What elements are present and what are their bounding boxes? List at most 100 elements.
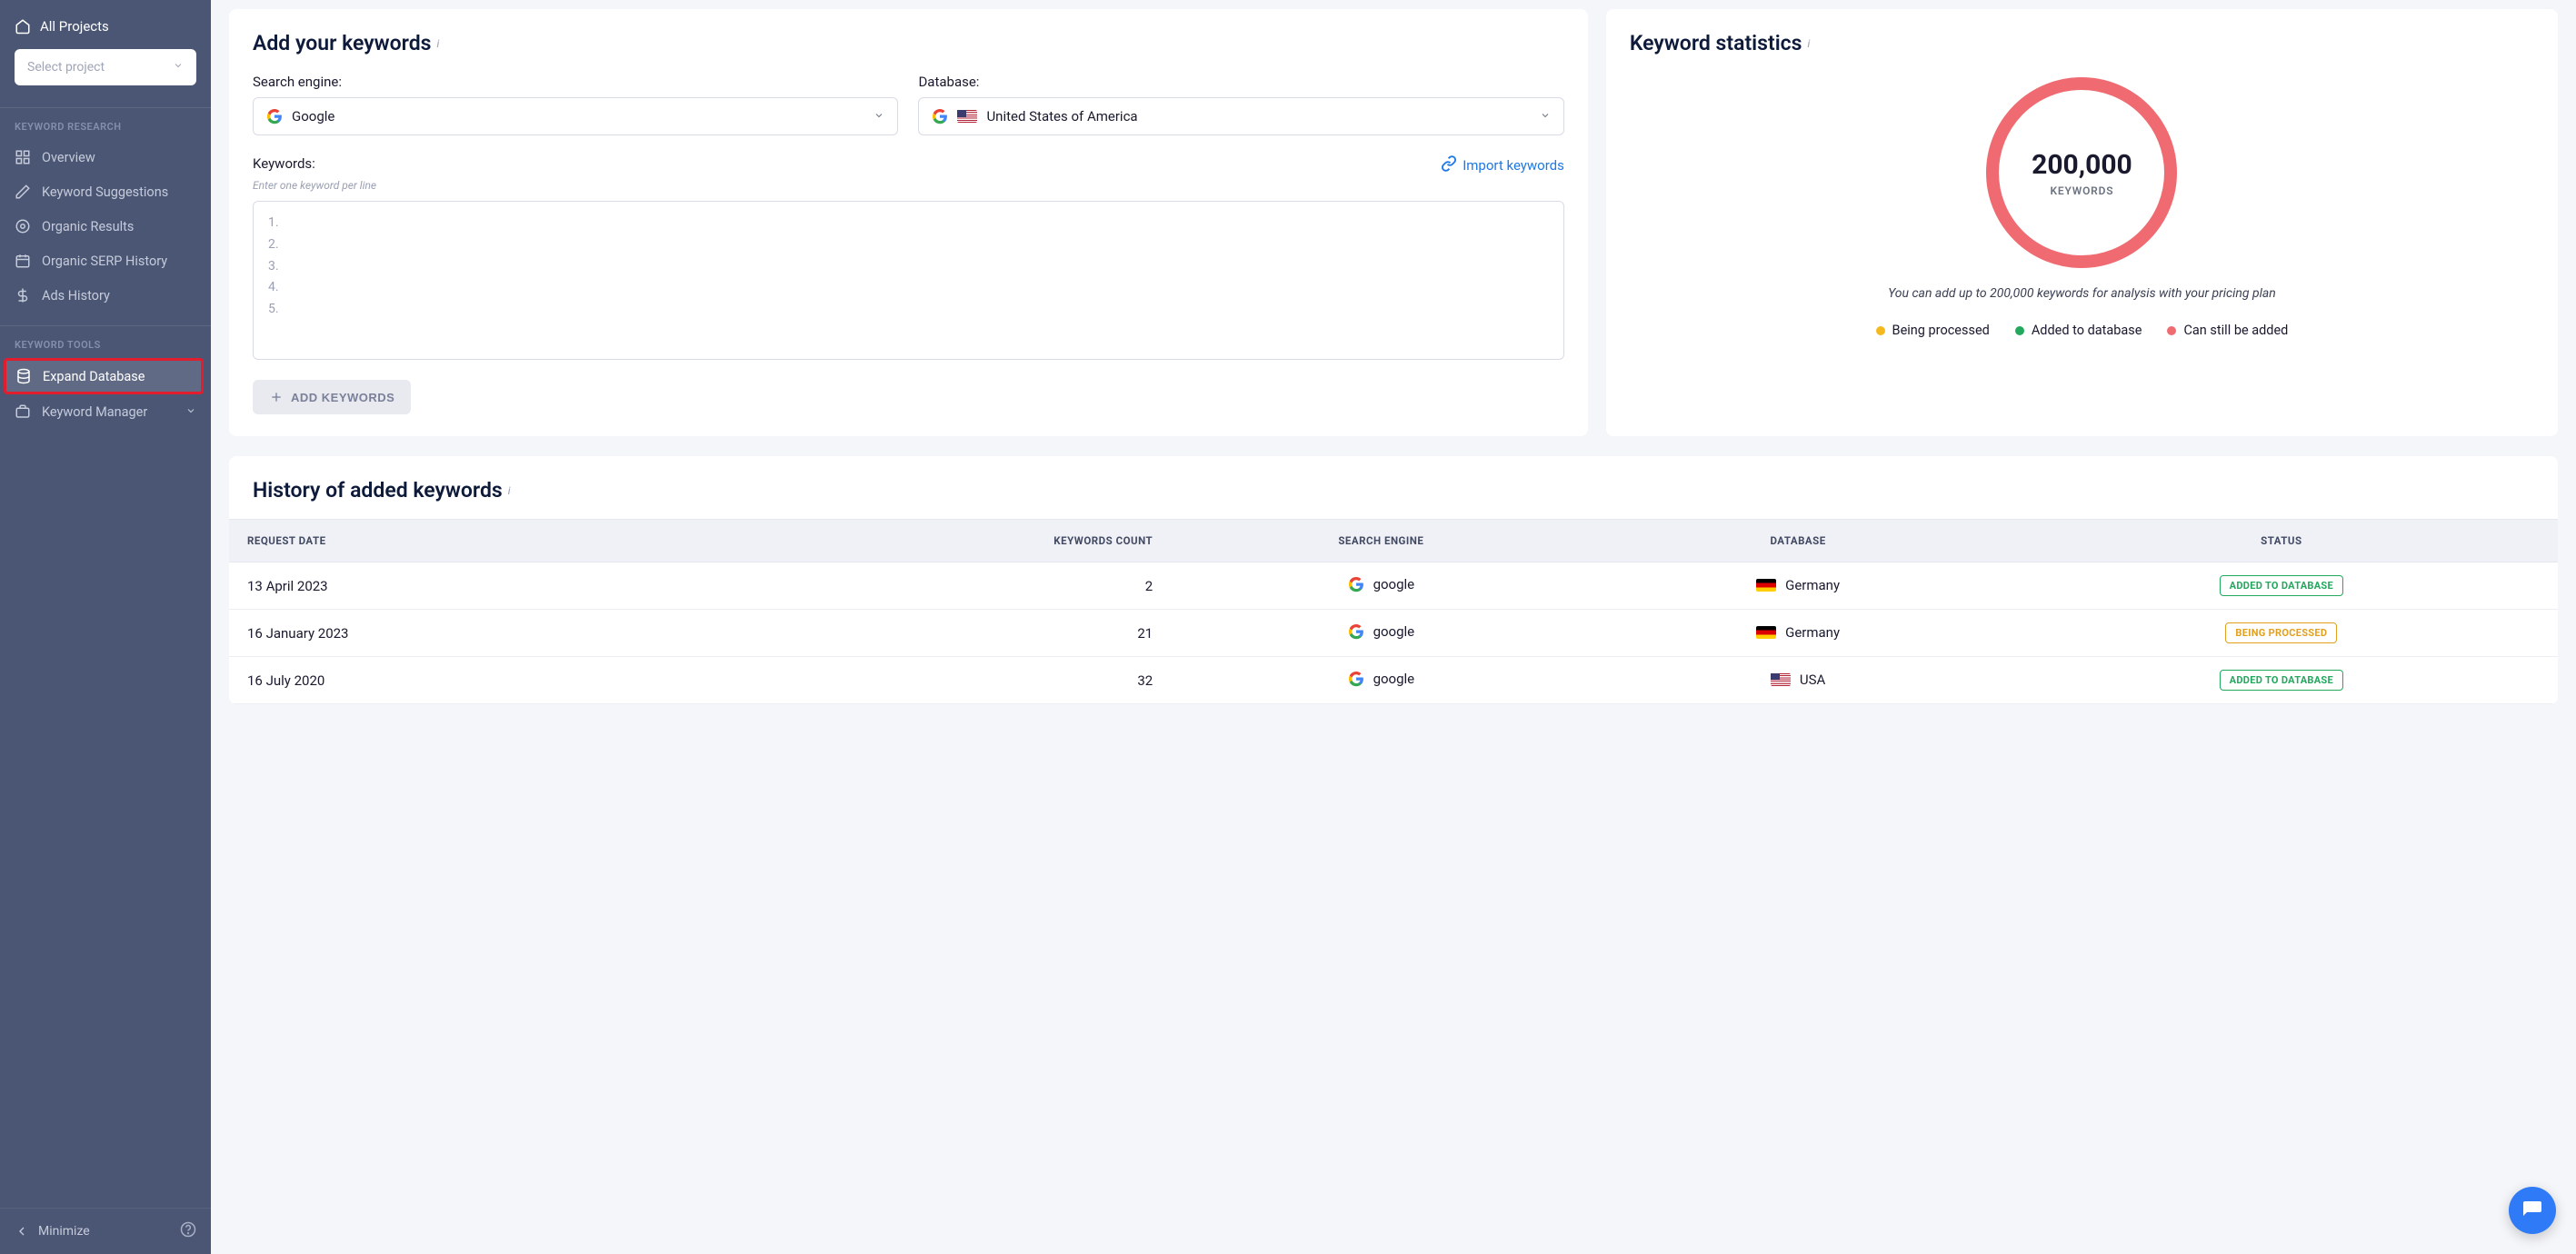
history-card: History of added keywords i REQUEST DATE…	[229, 456, 2558, 704]
keywords-count-cell: 32	[704, 657, 1172, 704]
table-header: SEARCH ENGINE	[1171, 520, 1591, 562]
sidebar-item-overview[interactable]: Overview	[0, 140, 211, 174]
legend-item: Added to database	[2015, 323, 2142, 338]
table-row: 16 January 202321googleGermanyBEING PROC…	[229, 610, 2558, 657]
statistics-legend: Being processedAdded to databaseCan stil…	[1630, 323, 2534, 338]
status-badge: ADDED TO DATABASE	[2220, 575, 2343, 596]
table-header: REQUEST DATE	[229, 520, 704, 562]
info-icon[interactable]: i	[1808, 37, 1811, 50]
google-icon	[1348, 623, 1364, 640]
sidebar-item-label: Keyword Suggestions	[42, 184, 168, 200]
history-table: REQUEST DATEKEYWORDS COUNTSEARCH ENGINED…	[229, 519, 2558, 704]
status-cell: ADDED TO DATABASE	[2005, 562, 2558, 610]
keywords-hint: Enter one keyword per line	[253, 179, 376, 192]
keywords-label: Keywords:	[253, 155, 376, 172]
legend-dot-icon	[2015, 326, 2024, 335]
sidebar-item-organic-results[interactable]: Organic Results	[0, 209, 211, 244]
status-cell: ADDED TO DATABASE	[2005, 657, 2558, 704]
legend-label: Added to database	[2032, 323, 2142, 338]
google-icon	[266, 108, 283, 124]
sidebar-item-ads-history[interactable]: Ads History	[0, 278, 211, 313]
import-keywords-link[interactable]: Import keywords	[1441, 155, 1564, 175]
sidebar-item-label: Organic SERP History	[42, 254, 167, 269]
request-date-cell: 16 January 2023	[229, 610, 704, 657]
project-select[interactable]: Select project	[15, 49, 196, 85]
legend-dot-icon	[2167, 326, 2176, 335]
search-engine-cell: google	[1171, 562, 1591, 610]
chevron-down-icon	[185, 404, 196, 420]
keyword-statistics-card: Keyword statistics i 200,000 KEYWORDS Yo…	[1606, 9, 2558, 436]
add-keywords-title: Add your keywords i	[253, 31, 1564, 55]
pencil-icon	[15, 184, 31, 200]
legend-item: Being processed	[1876, 323, 1990, 338]
keywords-donut-chart: 200,000 KEYWORDS	[1986, 77, 2177, 268]
divider	[0, 107, 211, 108]
search-engine-cell: google	[1171, 610, 1591, 657]
project-select-placeholder: Select project	[27, 60, 105, 75]
keywords-count: 200,000	[2032, 149, 2132, 181]
request-date-cell: 16 July 2020	[229, 657, 704, 704]
briefcase-icon	[15, 403, 31, 420]
dollar-icon	[15, 287, 31, 304]
google-icon	[1348, 576, 1364, 592]
statistics-title: Keyword statistics i	[1630, 31, 2534, 55]
search-engine-cell: google	[1171, 657, 1591, 704]
de-flag-icon	[1756, 579, 1776, 592]
sidebar-item-keyword-suggestions[interactable]: Keyword Suggestions	[0, 174, 211, 209]
de-flag-icon	[1756, 626, 1776, 639]
all-projects-link[interactable]: All Projects	[15, 18, 196, 35]
sidebar: All Projects Select project KEYWORD RESE…	[0, 0, 211, 1254]
history-title: History of added keywords i	[229, 456, 2558, 519]
table-header: STATUS	[2005, 520, 2558, 562]
table-row: 13 April 20232googleGermany ADDED TO DATA…	[229, 562, 2558, 610]
sidebar-item-organic-serp-history[interactable]: Organic SERP History	[0, 244, 211, 278]
add-keywords-card: Add your keywords i Search engine: Googl…	[229, 9, 1588, 436]
sidebar-item-expand-database[interactable]: Expand Database	[4, 358, 204, 394]
us-flag-icon	[957, 110, 977, 123]
minimize-button[interactable]: Minimize	[15, 1224, 90, 1239]
table-header: KEYWORDS COUNT	[704, 520, 1172, 562]
legend-label: Being processed	[1892, 323, 1990, 338]
target-icon	[15, 218, 31, 234]
keywords-count-cell: 2	[704, 562, 1172, 610]
search-engine-select[interactable]: Google	[253, 97, 898, 135]
database-value: United States of America	[986, 108, 1137, 124]
database-cell: Germany	[1592, 610, 2005, 657]
keywords-textarea[interactable]: 1.2.3.4.5.	[253, 201, 1564, 360]
sidebar-item-label: Expand Database	[43, 369, 145, 384]
google-icon	[932, 108, 948, 124]
main-content: Add your keywords i Search engine: Googl…	[211, 0, 2576, 1254]
info-icon[interactable]: i	[436, 37, 439, 50]
add-keywords-button[interactable]: ADD KEYWORDS	[253, 380, 411, 414]
google-icon	[1348, 671, 1364, 687]
info-icon[interactable]: i	[508, 484, 511, 497]
chevron-down-icon	[874, 108, 884, 124]
database-select[interactable]: United States of America	[918, 97, 1563, 135]
statistics-note: You can add up to 200,000 keywords for a…	[1630, 286, 2534, 301]
section-label-research: KEYWORD RESEARCH	[0, 121, 211, 133]
link-icon	[1441, 155, 1457, 175]
chat-button[interactable]	[2509, 1187, 2556, 1234]
search-engine-label: Search engine:	[253, 74, 898, 90]
database-cell: Germany	[1592, 562, 2005, 610]
status-cell: BEING PROCESSED	[2005, 610, 2558, 657]
sidebar-item-keyword-manager[interactable]: Keyword Manager	[0, 394, 211, 429]
minimize-label: Minimize	[38, 1224, 90, 1239]
divider	[0, 325, 211, 326]
status-badge: BEING PROCESSED	[2225, 622, 2337, 643]
sidebar-item-label: Keyword Manager	[42, 404, 147, 420]
sidebar-item-label: Organic Results	[42, 219, 134, 234]
us-flag-icon	[1771, 673, 1791, 686]
database-cell: USA	[1592, 657, 2005, 704]
table-header: DATABASE	[1592, 520, 2005, 562]
help-icon[interactable]	[180, 1221, 196, 1241]
table-row: 16 July 202032googleUSAADDED TO DATABASE	[229, 657, 2558, 704]
legend-dot-icon	[1876, 326, 1885, 335]
database-icon	[15, 368, 32, 384]
request-date-cell: 13 April 2023	[229, 562, 704, 610]
keywords-count-label: KEYWORDS	[2051, 184, 2114, 197]
search-engine-value: Google	[292, 108, 334, 124]
calendar-icon	[15, 253, 31, 269]
chevron-down-icon	[173, 60, 184, 75]
home-icon	[15, 18, 31, 35]
